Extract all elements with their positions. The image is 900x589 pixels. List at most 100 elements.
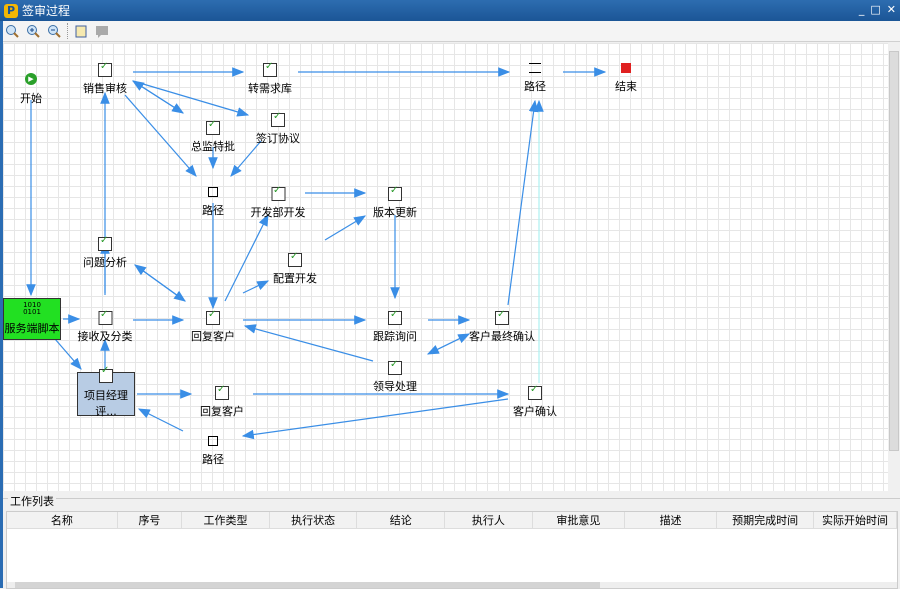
- node-label: 总监特批: [191, 140, 235, 153]
- task-icon: [98, 235, 112, 251]
- node-label: 路径: [202, 204, 224, 217]
- node-qd[interactable]: 签订协议: [256, 111, 300, 146]
- task-icon: [206, 309, 220, 325]
- column-header[interactable]: 执行人: [445, 512, 533, 528]
- table-header: 名称 序号 工作类型 执行状态 结论 执行人 审批意见 描述 预期完成时间 实际开始时间: [7, 512, 898, 529]
- node-label: 结束: [615, 80, 637, 93]
- window-title: 签审过程: [22, 4, 71, 18]
- worklist-title: 工作列表: [8, 493, 56, 509]
- node-hf1[interactable]: 回复客户: [191, 309, 235, 344]
- task-icon: [388, 309, 402, 325]
- node-ld[interactable]: 领导处理: [373, 359, 417, 394]
- task-icon: [271, 111, 285, 127]
- task-icon: [388, 185, 402, 201]
- task-icon: [288, 251, 302, 267]
- edges-layer: [26, 67, 607, 440]
- zoom-fit-icon[interactable]: [4, 23, 20, 39]
- task-icon: [98, 309, 112, 325]
- node-bb[interactable]: 版本更新: [373, 185, 417, 220]
- node-gz[interactable]: 跟踪询问: [373, 309, 417, 344]
- node-label: 签订协议: [256, 132, 300, 145]
- column-header[interactable]: 描述: [625, 512, 718, 528]
- edge-zz-lj2[interactable]: [507, 99, 539, 306]
- node-zxk[interactable]: 转需求库: [248, 61, 292, 96]
- node-label: 跟踪询问: [373, 330, 417, 343]
- edge-xs-qd[interactable]: [132, 80, 250, 117]
- edge-qd-lj1[interactable]: [230, 140, 262, 177]
- edge-hf1-pz[interactable]: [242, 280, 270, 294]
- node-hf2[interactable]: 回复客户: [200, 384, 244, 419]
- column-header[interactable]: 执行状态: [270, 512, 358, 528]
- edge-pz-bb[interactable]: [324, 215, 367, 241]
- node-label: 版本更新: [373, 206, 417, 219]
- edge-hf1-wt[interactable]: [134, 264, 186, 302]
- toolbar: [0, 21, 900, 42]
- node-lj1[interactable]: 路径: [202, 187, 224, 218]
- node-pz[interactable]: 配置开发: [273, 251, 317, 286]
- node-label: 回复客户: [191, 330, 235, 343]
- node-lj2[interactable]: 路径: [524, 63, 546, 94]
- route-icon: [208, 187, 218, 197]
- node-label: 路径: [524, 80, 546, 93]
- node-start[interactable]: ▶ 开始: [20, 73, 42, 106]
- zoom-in-icon[interactable]: [25, 23, 41, 39]
- column-header[interactable]: 结论: [357, 512, 446, 528]
- node-label: 配置开发: [273, 272, 317, 285]
- end-icon: [621, 63, 631, 73]
- column-header[interactable]: 工作类型: [182, 512, 270, 528]
- vertical-scrollbar[interactable]: [888, 43, 900, 491]
- edge-ld-hf1[interactable]: [243, 324, 374, 362]
- node-label: 接收及分类: [77, 330, 133, 343]
- edge-lj3-xm[interactable]: [137, 408, 184, 432]
- node-end[interactable]: 结束: [615, 63, 637, 94]
- node-xs[interactable]: 销售审核: [83, 61, 127, 96]
- node-label: 项目经理评...: [84, 389, 128, 418]
- edge-hf1-kf[interactable]: [224, 213, 269, 302]
- worklist-panel: 工作列表 名称 序号 工作类型 执行状态 结论 执行人 审批意见 描述 预期完成时间 实际开始时间: [3, 493, 900, 589]
- column-header[interactable]: 序号: [118, 512, 183, 528]
- node-kh[interactable]: 客户确认: [513, 384, 557, 419]
- close-button[interactable]: ✕: [887, 3, 896, 16]
- start-icon: ▶: [25, 73, 37, 85]
- node-kf[interactable]: 开发部开发: [250, 185, 306, 220]
- maximize-button[interactable]: □: [870, 3, 880, 16]
- node-xm[interactable]: 项目经理评...: [77, 367, 135, 418]
- comment-icon[interactable]: [94, 23, 110, 39]
- toolbar-separator: [67, 23, 68, 39]
- zoom-out-icon[interactable]: [46, 23, 62, 39]
- task-icon: [495, 309, 509, 325]
- node-fw[interactable]: 1010 0101 服务端脚本: [3, 298, 61, 340]
- column-header[interactable]: 审批意见: [533, 512, 625, 528]
- edge-ld-zz[interactable]: [427, 333, 471, 355]
- minimize-button[interactable]: _: [859, 3, 865, 16]
- node-label: 开发部开发: [250, 206, 306, 219]
- task-icon: [99, 367, 113, 383]
- route-icon: [208, 436, 218, 446]
- title-bar: P 签审过程 _ □ ✕: [0, 0, 900, 21]
- properties-icon[interactable]: [73, 23, 89, 39]
- column-header[interactable]: 预期完成时间: [717, 512, 814, 528]
- workflow-canvas[interactable]: ▶开始销售审核转需求库总监特批签订协议路径开发部开发版本更新配置开发问题分析接收…: [3, 43, 888, 491]
- node-label: 客户确认: [513, 405, 557, 418]
- column-header[interactable]: 名称: [7, 512, 118, 528]
- node-js[interactable]: 接收及分类: [77, 309, 133, 344]
- node-lj3[interactable]: 路径: [202, 436, 224, 467]
- worklist-table: 名称 序号 工作类型 执行状态 结论 执行人 审批意见 描述 预期完成时间 实际开始时间: [6, 511, 898, 589]
- node-label: 服务端脚本: [4, 322, 60, 335]
- node-wt[interactable]: 问题分析: [83, 235, 127, 270]
- task-icon: [263, 61, 277, 77]
- route-icon: [529, 63, 541, 73]
- task-icon: [215, 384, 229, 400]
- horizontal-scrollbar[interactable]: [7, 582, 897, 588]
- task-icon: [528, 384, 542, 400]
- edge-zj-xs[interactable]: [131, 80, 184, 114]
- column-header[interactable]: 实际开始时间: [814, 512, 898, 528]
- node-zz[interactable]: 客户最终确认: [469, 309, 535, 344]
- node-label: 问题分析: [83, 256, 127, 269]
- edge-xs-lj1[interactable]: [124, 94, 197, 177]
- edge-kh-lj3[interactable]: [241, 398, 509, 440]
- node-label: 客户最终确认: [469, 330, 535, 343]
- node-label: 路径: [202, 453, 224, 466]
- node-zj[interactable]: 总监特批: [191, 119, 235, 154]
- app-logo-icon: P: [4, 3, 18, 18]
